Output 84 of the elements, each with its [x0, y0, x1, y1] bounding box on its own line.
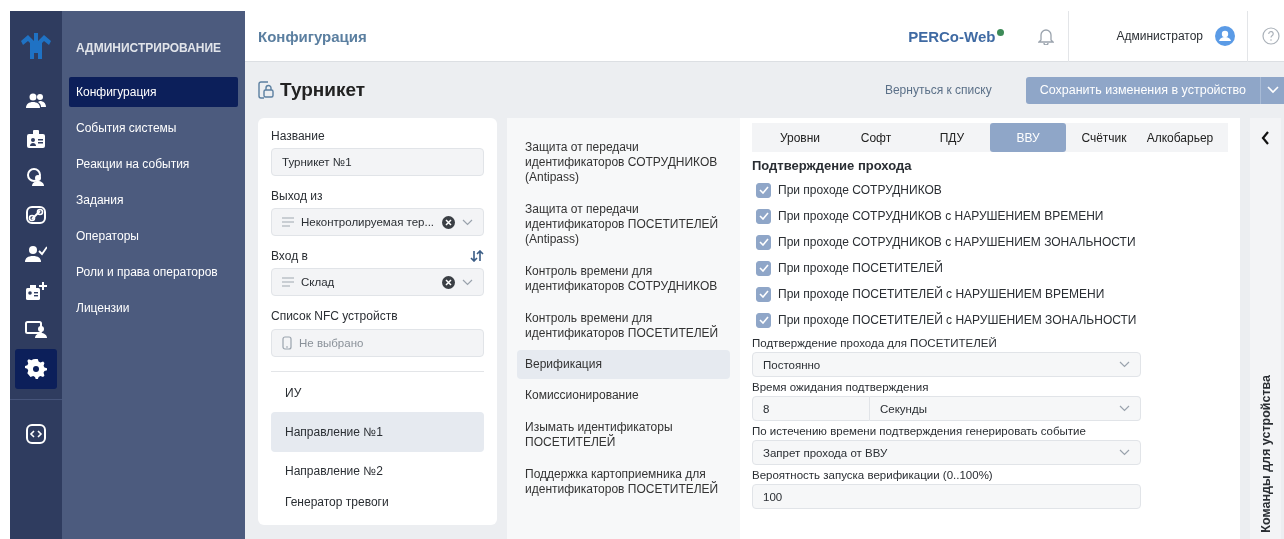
tab[interactable]: Счётчик: [1066, 123, 1142, 152]
rail-button[interactable]: [15, 349, 57, 389]
nav-item[interactable]: Операторы: [69, 221, 238, 251]
tab[interactable]: Алкобарьер: [1142, 123, 1218, 152]
brand-logo: PERCo-Web: [908, 27, 996, 45]
page-title: Турникет: [280, 79, 366, 101]
zone-select[interactable]: Неконтролируемая тер...: [271, 208, 484, 237]
tab[interactable]: Уровни: [762, 123, 838, 152]
field-label: Название: [271, 128, 325, 143]
bell-icon[interactable]: [1038, 27, 1055, 45]
nav-item[interactable]: Конфигурация: [69, 77, 238, 107]
chevron-down-icon: [1266, 86, 1279, 94]
tree-item[interactable]: Направление №2: [271, 455, 484, 487]
checkbox-label: При проходе СОТРУДНИКОВ с НАРУШЕНИЕМ ВРЕМЕНИ: [778, 209, 1104, 223]
section-item[interactable]: Защита от передачи идентификаторов СОТРУДНИКОВ (Antipass): [517, 136, 730, 189]
tree-item[interactable]: ИУ: [271, 377, 484, 409]
list-icon: [282, 277, 294, 288]
zone-select[interactable]: Склад: [271, 268, 484, 297]
monitor-person-icon: [25, 318, 47, 339]
swap-arrows-icon[interactable]: [470, 249, 484, 262]
number-input[interactable]: 8: [752, 396, 870, 421]
tree-item[interactable]: Генератор тревоги: [271, 486, 484, 517]
checkbox[interactable]: [756, 286, 771, 302]
phone-icon: [282, 335, 292, 350]
nav-item[interactable]: Задания: [69, 185, 238, 215]
code-icon[interactable]: [26, 424, 46, 444]
nav-item[interactable]: Реакции на события: [69, 149, 238, 179]
link-icon: [25, 204, 47, 225]
field-label: По истечению времени подтверждения генерировать событие: [752, 425, 1087, 437]
section-item[interactable]: Защита от передачи идентификаторов ПОСЕТИТЕЛЕЙ (Antipass): [517, 198, 730, 251]
list-icon: [282, 217, 294, 228]
field-label: Время ожидания подтверждения: [752, 381, 930, 393]
section-item[interactable]: Поддержка картоприемника для идентификаторов ПОСЕТИТЕЛЕЙ: [517, 463, 730, 501]
nav-item[interactable]: Роли и права операторов: [69, 257, 238, 287]
checkbox-label: При проходе ПОСЕТИТЕЛЕЙ: [778, 261, 943, 275]
field-label: Вход в: [271, 248, 308, 263]
nav-item[interactable]: Лицензии: [69, 293, 238, 323]
checkbox-label: При проходе СОТРУДНИКОВ: [778, 183, 942, 197]
chevron-down-icon: [1119, 405, 1130, 412]
clear-icon[interactable]: [442, 215, 455, 229]
field-label: Выход из: [271, 188, 323, 203]
clear-icon[interactable]: [442, 275, 455, 289]
name-input[interactable]: Турникет №1: [271, 148, 484, 177]
commands-panel-title[interactable]: Команды для устройства: [1258, 375, 1273, 533]
badge-icon: [25, 128, 47, 149]
section-item[interactable]: Верификация: [517, 350, 730, 379]
badge-plus-icon: [25, 280, 47, 301]
dropdown[interactable]: Запрет прохода от ВВУ: [752, 440, 1141, 465]
nav-item[interactable]: События системы: [69, 113, 238, 143]
section-item[interactable]: Контроль времени для идентификаторов ПОСЕТИТЕЛЕЙ: [517, 307, 730, 345]
checkbox[interactable]: [756, 182, 771, 198]
back-link[interactable]: Вернуться к списку: [884, 83, 992, 97]
person-target-icon: [25, 166, 47, 187]
section-heading: Подтверждение прохода: [752, 158, 913, 173]
checkbox[interactable]: [756, 312, 771, 328]
chevron-down-icon: [1119, 449, 1130, 456]
unit-dropdown[interactable]: Секунды: [870, 396, 1141, 421]
section-item[interactable]: Изымать идентификаторы ПОСЕТИТЕЛЕЙ: [517, 416, 730, 454]
checkbox-label: При проходе ПОСЕТИТЕЛЕЙ с НАРУШЕНИЕМ ВРЕМЕНИ: [778, 287, 1105, 301]
nav-title: АДМИНИСТРИРОВАНИЕ: [75, 41, 223, 55]
checkbox[interactable]: [756, 234, 771, 250]
header-title: Конфигурация: [258, 27, 367, 45]
avatar-icon[interactable]: [1215, 26, 1235, 46]
field-label: Список NFC устройств: [271, 308, 398, 323]
section-item[interactable]: Контроль времени для идентификаторов СОТРУДНИКОВ: [517, 260, 730, 298]
chevron-left-icon[interactable]: [1261, 131, 1270, 145]
checkbox[interactable]: [756, 208, 771, 224]
tree-item[interactable]: Направление №1: [271, 412, 484, 452]
checkbox[interactable]: [756, 260, 771, 276]
percent-input[interactable]: 100: [752, 484, 1141, 509]
dropdown[interactable]: Постоянно: [752, 352, 1141, 377]
tab[interactable]: ПДУ: [914, 123, 990, 152]
chevron-down-icon: [1119, 361, 1130, 368]
logo-icon: [19, 31, 53, 61]
section-item[interactable]: Комиссионирование: [517, 384, 730, 407]
tab[interactable]: Софт: [838, 123, 914, 152]
gear-icon: [25, 359, 47, 379]
field-label: Вероятность запуска верификации (0..100%): [752, 469, 994, 481]
lock-document-icon: [258, 81, 274, 99]
user-name[interactable]: Администратор: [1116, 29, 1203, 43]
field-label: Подтверждение прохода для ПОСЕТИТЕЛЕЙ: [752, 337, 998, 349]
checkbox-label: При проходе СОТРУДНИКОВ с НАРУШЕНИЕМ ЗОНАЛЬНОСТИ: [778, 235, 1136, 249]
status-dot-icon: [997, 28, 1005, 36]
checkbox-label: При проходе ПОСЕТИТЕЛЕЙ с НАРУШЕНИЕМ ЗОНАЛЬНОСТИ: [778, 313, 1137, 327]
